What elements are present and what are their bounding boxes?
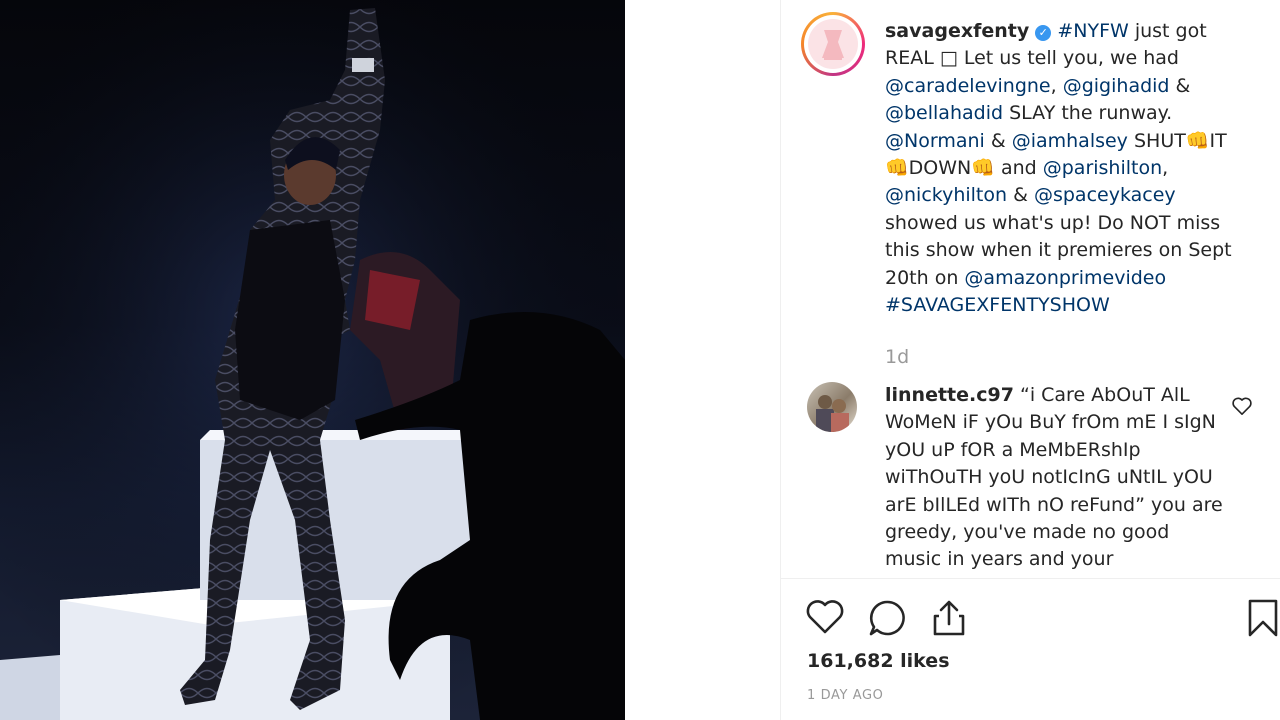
- caption-text: #NYFW just got REAL □ Let us tell you, w…: [885, 20, 1232, 316]
- like-heart-icon[interactable]: [805, 598, 845, 636]
- post-caption: savagexfenty ✓ #NYFW just got REAL □ Let…: [885, 18, 1250, 319]
- caption-text-segment: &: [984, 129, 1012, 152]
- caption-text-segment: &: [1169, 74, 1191, 97]
- hashtag-link[interactable]: #SAVAGEXFENTYSHOW: [885, 294, 1110, 316]
- post-username[interactable]: savagexfenty: [885, 20, 1029, 42]
- likes-count[interactable]: 161,682 likes: [807, 650, 950, 672]
- brand-logo-icon: [822, 30, 844, 60]
- comment-username[interactable]: linnette.c97: [885, 384, 1014, 406]
- post-date: 1 DAY AGO: [807, 688, 884, 703]
- caption-text-segment: ,: [1162, 157, 1169, 180]
- bookmark-icon[interactable]: [1247, 598, 1279, 638]
- hashtag-link[interactable]: #NYFW: [1057, 20, 1128, 42]
- comment-icon[interactable]: [867, 598, 907, 638]
- mention-link[interactable]: @caradelevingne: [885, 75, 1051, 97]
- runway-photo-illustration: [0, 0, 625, 720]
- share-icon[interactable]: [931, 598, 967, 638]
- comment-avatar-photo: [816, 395, 849, 432]
- caption-text-segment: SLAY the runway.: [1003, 102, 1173, 125]
- mention-link[interactable]: @parishilton: [1043, 157, 1162, 179]
- caption-text-segment: &: [1007, 184, 1034, 207]
- divider: [781, 578, 1280, 579]
- mention-link[interactable]: @bellahadid: [885, 102, 1003, 124]
- mention-link[interactable]: @gigihadid: [1063, 75, 1170, 97]
- post-detail-panel: savagexfenty ✓ #NYFW just got REAL □ Let…: [780, 0, 1280, 720]
- comment-avatar[interactable]: [807, 382, 857, 432]
- post-photo[interactable]: [0, 0, 625, 720]
- post-age: 1d: [885, 346, 910, 368]
- background-area: [625, 0, 780, 720]
- profile-avatar[interactable]: [801, 12, 865, 76]
- mention-link[interactable]: @amazonprimevideo: [964, 267, 1166, 289]
- comment-body: linnette.c97 “i Care AbOuT AlL WoMeN iF …: [885, 382, 1225, 570]
- mention-link[interactable]: @nickyhilton: [885, 184, 1007, 206]
- caption-text-segment: ,: [1050, 74, 1063, 97]
- mention-link[interactable]: @iamhalsey: [1012, 130, 1128, 152]
- mention-link[interactable]: @spaceykacey: [1034, 184, 1176, 206]
- verified-badge-icon: ✓: [1035, 25, 1052, 41]
- mention-link[interactable]: @Normani: [885, 130, 985, 152]
- comment-like-heart-icon[interactable]: [1231, 396, 1253, 416]
- comment-text: “i Care AbOuT AlL WoMeN iF yOu BuY frOm …: [885, 384, 1223, 570]
